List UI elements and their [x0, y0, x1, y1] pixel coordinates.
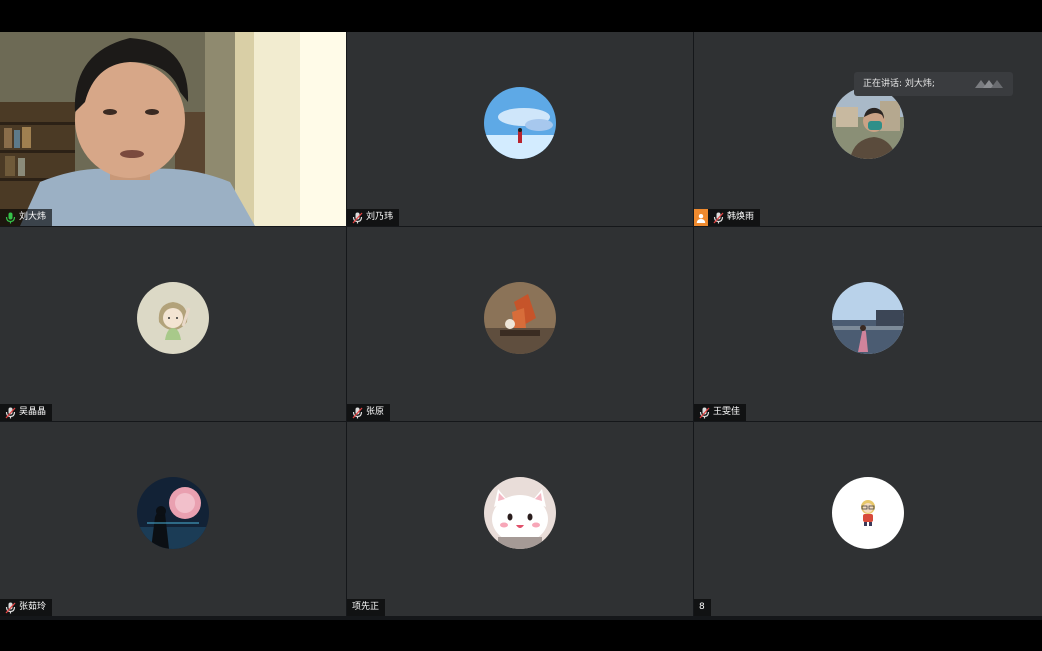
app-logo-icon: [975, 80, 1003, 88]
participant-name: 8: [699, 602, 705, 612]
participant-tile-4[interactable]: 吴晶晶: [0, 227, 346, 421]
host-badge: [694, 209, 708, 226]
avatar: [484, 87, 556, 159]
participant-tile-3[interactable]: 韩焕雨: [694, 32, 1042, 226]
participant-nameplate: 王雯佳: [694, 404, 747, 421]
mic-muted-icon: [352, 212, 363, 223]
participant-name: 王雯佳: [713, 407, 741, 417]
participant-name: 吴晶晶: [19, 407, 47, 417]
participant-name: 张茹玲: [19, 602, 47, 612]
participant-nameplate: 张原: [347, 404, 391, 421]
participant-name: 项先正: [352, 602, 380, 612]
host-user-icon: [696, 213, 706, 223]
participant-nameplate: 项先正: [347, 599, 386, 616]
video-grid: 刘大炜 刘乃玮 韩焕雨 吴晶晶 张原 王雯佳 张茹玲 项先正 8: [0, 32, 1042, 620]
participant-tile-2[interactable]: 刘乃玮: [347, 32, 693, 226]
mic-muted-icon: [699, 407, 710, 418]
avatar: [832, 87, 904, 159]
avatar: [484, 282, 556, 354]
participant-name: 刘乃玮: [366, 212, 394, 222]
participant-name: 刘大炜: [19, 212, 47, 222]
participant-tile-9[interactable]: 8: [694, 422, 1042, 616]
active-speaker-text: 正在讲话: 刘大炜;: [863, 79, 935, 89]
active-speaker-toast: 正在讲话: 刘大炜;: [854, 72, 1013, 96]
participant-nameplate: 刘乃玮: [347, 209, 400, 226]
participant-tile-8[interactable]: 项先正: [347, 422, 693, 616]
avatar: [137, 477, 209, 549]
avatar: [484, 477, 556, 549]
participant-nameplate: 吴晶晶: [0, 404, 53, 421]
participant-nameplate: 8: [694, 599, 711, 616]
participant-video: [0, 32, 346, 226]
participant-tile-6[interactable]: 王雯佳: [694, 227, 1042, 421]
participant-tile-1[interactable]: 刘大炜: [0, 32, 346, 226]
participant-nameplate: 刘大炜: [0, 209, 53, 226]
participant-nameplate: 张茹玲: [0, 599, 53, 616]
mic-muted-icon: [5, 407, 16, 418]
participant-tile-7[interactable]: 张茹玲: [0, 422, 346, 616]
participant-nameplate: 韩焕雨: [708, 209, 761, 226]
avatar: [832, 282, 904, 354]
mic-muted-icon: [352, 407, 363, 418]
participant-name: 张原: [366, 407, 385, 417]
mic-muted-icon: [5, 602, 16, 613]
participant-name: 韩焕雨: [727, 212, 755, 222]
avatar: [832, 477, 904, 549]
participant-tile-5[interactable]: 张原: [347, 227, 693, 421]
mic-muted-icon: [713, 212, 724, 223]
mic-active-icon: [5, 212, 16, 223]
avatar: [137, 282, 209, 354]
